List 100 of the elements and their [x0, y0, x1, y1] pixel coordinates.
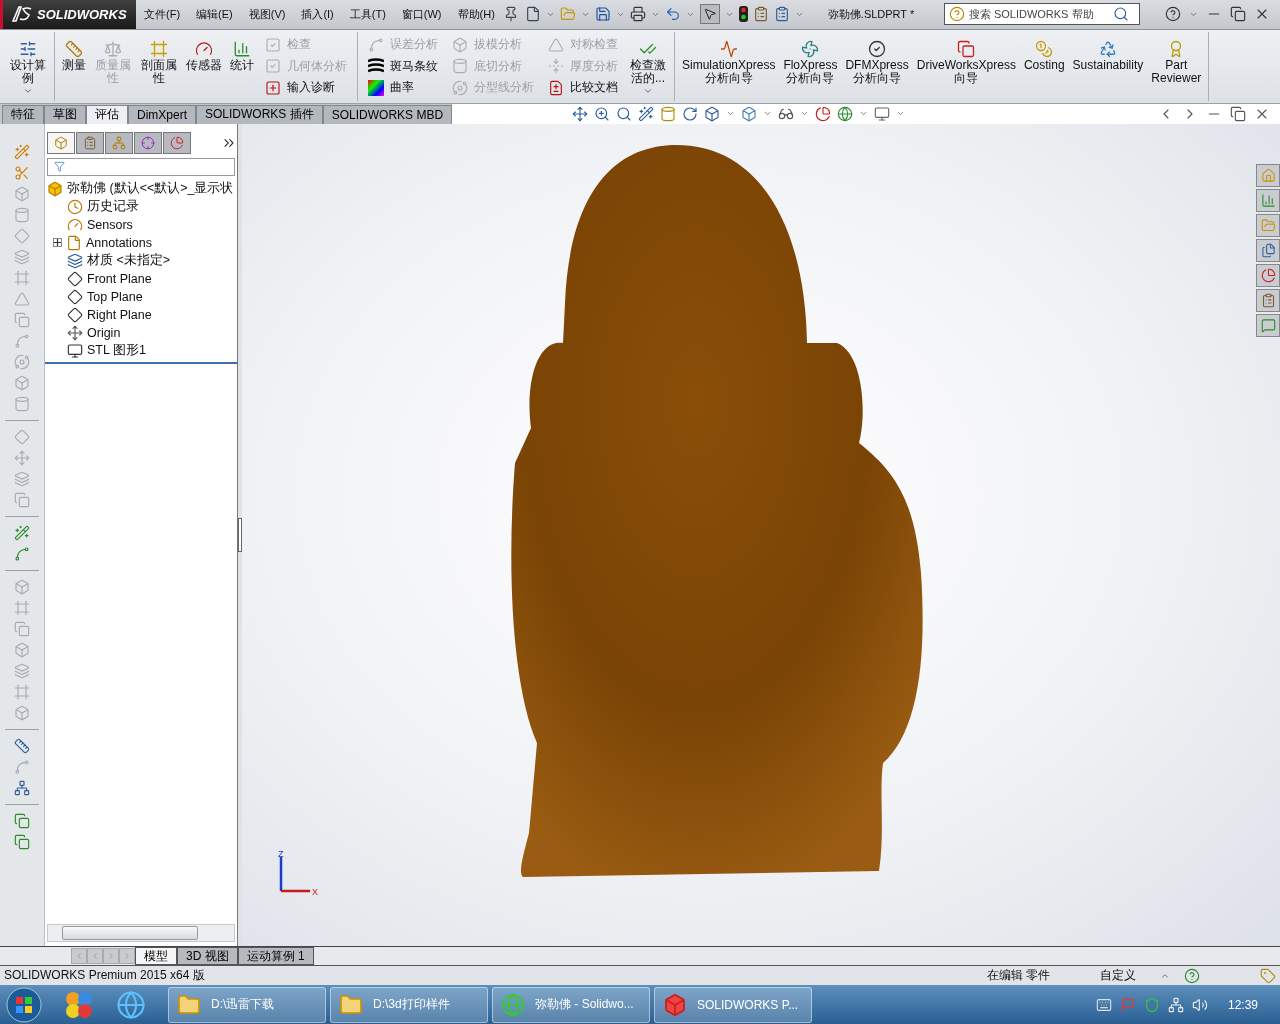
ribbon-button[interactable]: Sustainability [1069, 31, 1147, 101]
ribbon-tab[interactable]: SOLIDWORKS 插件 [196, 104, 323, 124]
cone-icon[interactable] [14, 290, 30, 307]
manager-tab[interactable] [76, 131, 104, 154]
new-file-icon[interactable] [524, 6, 541, 23]
ribbon-button[interactable]: 统计 [227, 31, 257, 101]
start-button[interactable] [6, 986, 42, 1023]
nav-arrow-button[interactable] [103, 948, 119, 965]
ribbon-button[interactable]: FloXpress 分析向导 [780, 31, 841, 101]
ribbon-button[interactable]: 斑马条纹 [366, 56, 440, 76]
ribbon-button[interactable]: DFMXpress 分析向导 [842, 31, 912, 101]
printer-icon[interactable] [629, 6, 646, 23]
tree-item[interactable]: Front Plane [87, 271, 152, 286]
wand-icon[interactable] [638, 105, 655, 122]
tree-item[interactable]: STL 图形1 [87, 342, 146, 360]
cylinder-icon[interactable] [14, 395, 30, 412]
layers-icon[interactable] [14, 662, 30, 679]
box-icon[interactable] [14, 641, 30, 658]
tree-item[interactable]: Annotations [86, 235, 153, 250]
tag-icon[interactable] [1260, 967, 1276, 984]
units-menu[interactable]: 自定义 [1100, 967, 1136, 985]
ribbon-button[interactable]: Costing [1020, 31, 1068, 101]
library-button[interactable] [1256, 188, 1280, 212]
network-icon[interactable] [14, 779, 30, 796]
menu-item[interactable]: 编辑(E) [188, 6, 241, 22]
ruler-icon[interactable] [14, 737, 30, 754]
copy-icon[interactable] [14, 812, 30, 829]
manager-tab[interactable] [163, 131, 191, 154]
manager-tab[interactable] [134, 131, 162, 154]
nav-arrow-button[interactable] [87, 948, 103, 965]
box-icon[interactable] [14, 185, 30, 202]
diamond-icon[interactable] [14, 227, 30, 244]
tree-item[interactable]: Right Plane [87, 307, 152, 322]
copy-icon[interactable] [14, 833, 30, 850]
ribbon-button[interactable]: 比较文档 [546, 78, 620, 98]
keyboard-icon[interactable] [1095, 996, 1112, 1013]
ribbon-button[interactable]: Part Reviewer [1148, 31, 1205, 101]
appearance-button[interactable] [1256, 263, 1280, 287]
filter-field[interactable] [47, 157, 235, 176]
ribbon-button[interactable]: 检查激活的... [626, 31, 670, 101]
ribbon-tab[interactable]: SOLIDWORKS MBD [322, 104, 453, 124]
ribbon-button[interactable]: 输入诊断 [263, 78, 349, 98]
restore-icon[interactable] [1230, 6, 1246, 23]
forum-button[interactable] [1256, 313, 1280, 337]
cut-icon[interactable] [14, 164, 30, 181]
manager-tab[interactable] [105, 131, 133, 154]
sheet-tab[interactable]: 运动算例 1 [237, 947, 314, 966]
box-icon[interactable] [14, 704, 30, 721]
folder-button[interactable] [1256, 213, 1280, 237]
manager-tab[interactable] [47, 131, 75, 154]
home-button[interactable] [1256, 163, 1280, 187]
tree-item[interactable]: Sensors [87, 217, 133, 232]
clock-time[interactable]: 12:39 [1227, 997, 1258, 1012]
frame-icon[interactable] [14, 599, 30, 616]
tree-item[interactable]: Top Plane [87, 289, 143, 304]
ribbon-tab[interactable]: 评估 [86, 104, 128, 124]
ribbon-button[interactable]: 曲率 [366, 78, 440, 98]
zoom-icon[interactable] [594, 105, 611, 122]
box-icon[interactable] [14, 374, 30, 391]
splitter-handle[interactable] [238, 517, 242, 552]
layers-icon[interactable] [14, 470, 30, 487]
monitor-icon[interactable] [874, 105, 891, 122]
ribbon-button[interactable]: SimulationXpress 分析向导 [679, 31, 779, 101]
ribbon-button[interactable]: 测量 [59, 31, 89, 101]
checklist-icon[interactable] [773, 6, 790, 23]
menu-item[interactable]: 工具(T) [341, 6, 394, 22]
undo-icon[interactable] [664, 6, 681, 23]
colored-circles-icon[interactable] [64, 989, 94, 1020]
nav-arrow-button[interactable] [71, 948, 87, 965]
select-button[interactable] [699, 4, 720, 25]
ribbon-tab[interactable]: 草图 [44, 104, 86, 124]
cylinder-icon[interactable] [14, 206, 30, 223]
ribbon-tab[interactable]: DimXpert [128, 104, 196, 124]
ribbon-button[interactable]: 传感器 [183, 31, 225, 101]
sheet-tab[interactable]: 3D 视图 [177, 947, 238, 966]
expand-icon[interactable] [53, 238, 62, 248]
tree-item[interactable]: 历史记录 [87, 198, 139, 216]
ribbon-button[interactable]: 设计算例 [6, 31, 50, 101]
help-icon[interactable] [1165, 6, 1181, 23]
sheet-tab[interactable]: 模型 [135, 947, 177, 966]
volume-icon[interactable] [1191, 996, 1208, 1013]
box-icon[interactable] [14, 578, 30, 595]
network-icon[interactable] [1167, 996, 1184, 1013]
rotate-icon[interactable] [682, 105, 699, 122]
tree-item[interactable]: 弥勒佛 (默认<<默认>_显示状 [67, 180, 234, 198]
properties-button[interactable] [1256, 288, 1280, 312]
clipboard-icon[interactable] [752, 6, 769, 23]
spline-icon[interactable] [14, 332, 30, 349]
tree-item[interactable]: Origin [87, 325, 121, 340]
spline-icon[interactable] [14, 545, 30, 562]
restore-icon[interactable] [1230, 105, 1246, 122]
zoom-area-icon[interactable] [616, 105, 633, 122]
traffic-light-icon[interactable] [738, 6, 748, 23]
wand-icon[interactable] [14, 524, 30, 541]
horizontal-scrollbar[interactable] [47, 924, 235, 943]
copy-icon[interactable] [14, 311, 30, 328]
copy-icon[interactable] [14, 491, 30, 508]
file-explorer-button[interactable] [1256, 238, 1280, 262]
save-icon[interactable] [594, 6, 611, 23]
menu-item[interactable]: 帮助(H) [449, 6, 503, 22]
